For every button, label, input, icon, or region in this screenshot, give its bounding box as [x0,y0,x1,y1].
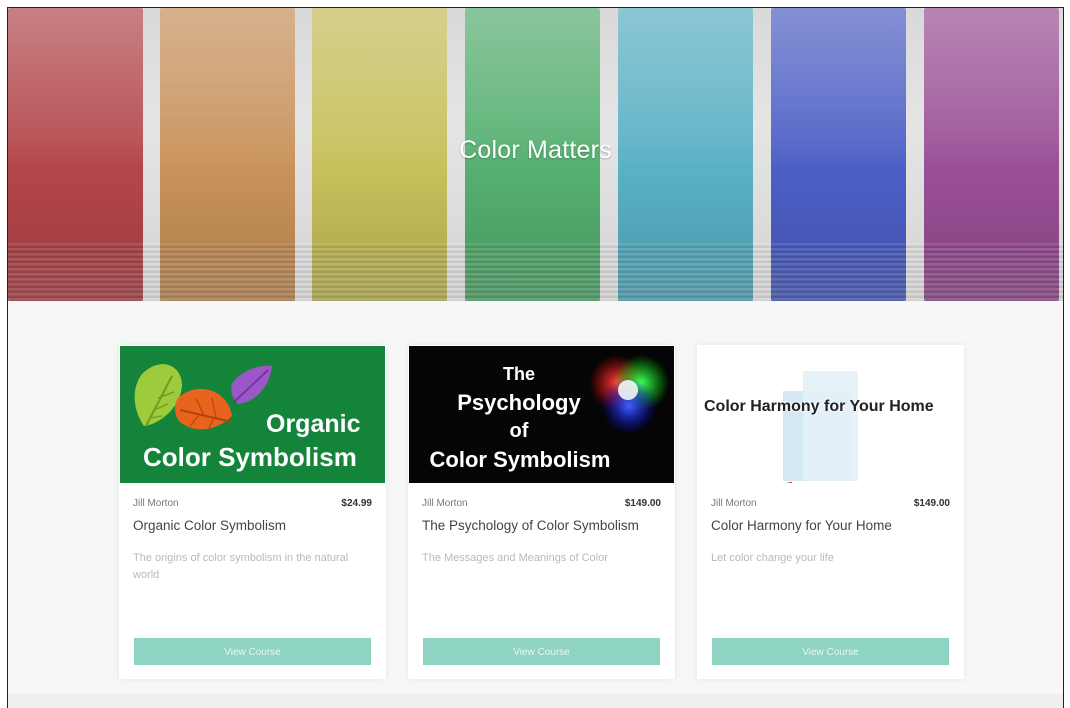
course-image-organic[interactable]: Organic Color Symbolism [120,346,385,483]
view-course-button[interactable]: View Course [134,638,371,665]
course-card-psychology[interactable]: The Psychology of Color Symbolism Jill M… [408,345,675,679]
course-card-organic[interactable]: Organic Color Symbolism Jill Morton $24.… [119,345,386,679]
view-course-button[interactable]: View Course [712,638,949,665]
course-image-text-line2: Psychology [457,390,581,415]
course-price: $24.99 [341,498,372,509]
course-image-text-line3: of [509,420,529,442]
course-price: $149.00 [624,498,661,509]
course-title[interactable]: Organic Color Symbolism [133,518,372,533]
course-image-text-line2: Color Symbolism [143,442,357,472]
bottom-strip [8,694,1063,708]
hero-water-reflection [8,243,1063,301]
course-description: Let color change your life [711,552,834,564]
course-image-text-line4: Color Symbolism [429,447,611,472]
course-author: Jill Morton [422,498,468,509]
course-description: The origins of color symbolism in the na… [133,552,349,581]
course-image-text-line1: The [502,364,535,384]
course-list: Organic Color Symbolism Jill Morton $24.… [119,345,967,685]
course-card-harmony[interactable]: Color Harmony for Your Home Jill Morton … [697,345,964,679]
course-image-harmony[interactable]: Color Harmony for Your Home [698,346,963,483]
course-meta: Jill Morton $24.99 [133,498,372,512]
course-image-text-line1: Color Harmony for Your Home [704,398,934,415]
course-image-text-line1: Organic [266,410,361,438]
course-author: Jill Morton [133,498,179,509]
hero-banner: Color Matters [8,8,1063,301]
course-price: $149.00 [913,498,950,509]
course-meta: Jill Morton $149.00 [711,498,950,512]
course-image-psychology[interactable]: The Psychology of Color Symbolism [409,346,674,483]
course-title[interactable]: Color Harmony for Your Home [711,518,950,533]
course-title[interactable]: The Psychology of Color Symbolism [422,518,661,533]
view-course-button[interactable]: View Course [423,638,660,665]
hero-title: Color Matters [459,136,612,164]
course-meta: Jill Morton $149.00 [422,498,661,512]
page-frame: Color Matters Organic Color Symbolism Ji… [7,7,1064,708]
course-author: Jill Morton [711,498,757,509]
course-description: The Messages and Meanings of Color [422,552,608,564]
